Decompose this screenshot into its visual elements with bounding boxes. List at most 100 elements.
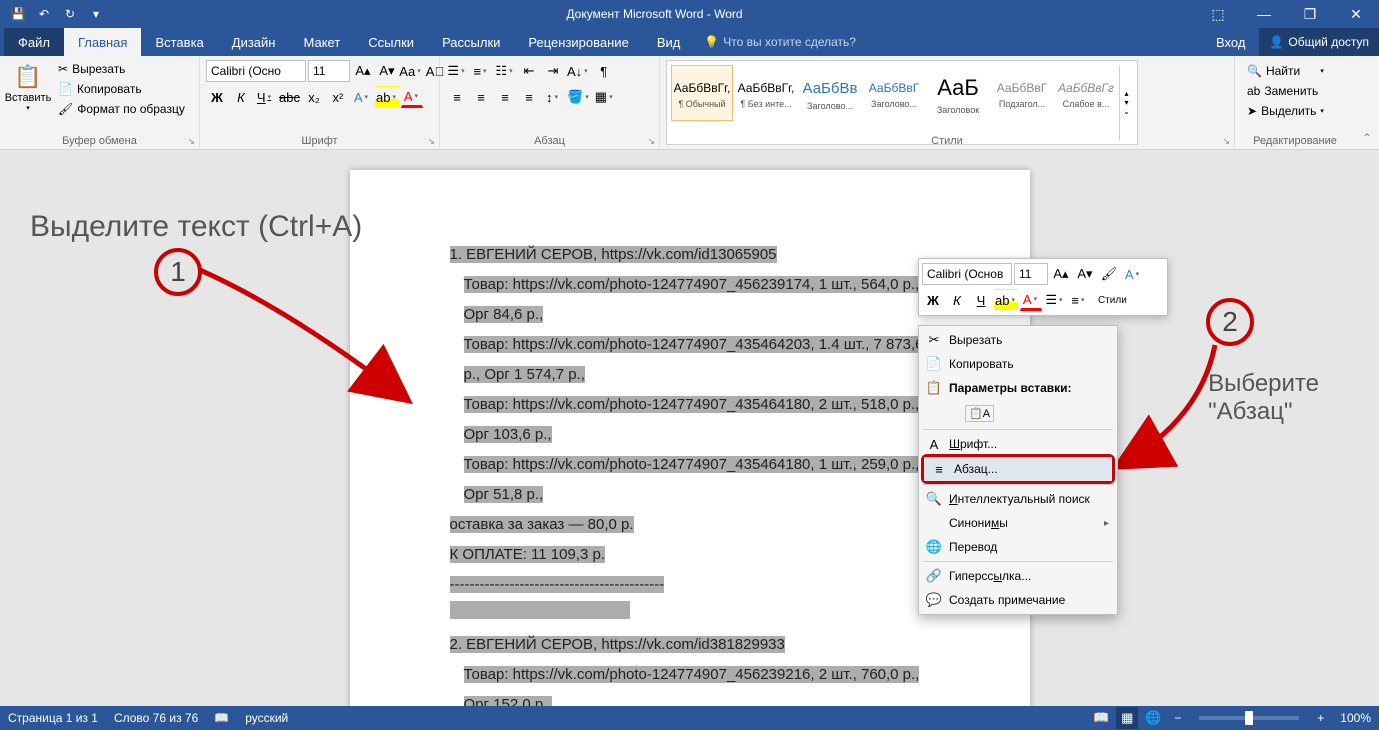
subscript-button[interactable]: x₂ — [303, 86, 325, 108]
close-button[interactable]: ✕ — [1333, 0, 1379, 28]
format-painter-button[interactable]: 🖌Формат по образцу — [54, 100, 189, 118]
doc-line[interactable]: 2. ЕВГЕНИЙ СЕРОВ, https://vk.com/id38182… — [450, 636, 785, 653]
mini-size-select[interactable] — [1014, 263, 1048, 285]
maximize-button[interactable]: ❐ — [1287, 0, 1333, 28]
text-effects-button[interactable]: A — [351, 86, 373, 108]
doc-line[interactable]: Товар: https://vk.com/photo-124774907_43… — [464, 456, 920, 503]
status-page[interactable]: Страница 1 из 1 — [8, 711, 98, 725]
status-proofing-icon[interactable]: 📖 — [214, 711, 229, 725]
tab-view[interactable]: Вид — [643, 28, 695, 56]
mini-numbering[interactable]: ≡ — [1068, 289, 1090, 311]
tab-design[interactable]: Дизайн — [218, 28, 290, 56]
doc-line[interactable]: оставка за заказ — 80,0 р. — [450, 516, 634, 533]
strike-button[interactable]: abc — [278, 86, 301, 108]
ctx-font[interactable]: AШрифт... — [919, 432, 1117, 456]
tab-layout[interactable]: Макет — [289, 28, 354, 56]
zoom-level[interactable]: 100% — [1340, 711, 1371, 725]
tab-references[interactable]: Ссылки — [354, 28, 428, 56]
highlight-button[interactable]: ab — [375, 86, 399, 108]
styles-more[interactable]: ▴▾⌄ — [1119, 65, 1133, 140]
view-print-button[interactable]: ▦ — [1116, 707, 1138, 729]
clipboard-launcher[interactable]: ↘ — [187, 136, 195, 147]
font-launcher[interactable]: ↘ — [427, 136, 435, 147]
grow-font-button[interactable]: A▴ — [352, 60, 374, 82]
tab-insert[interactable]: Вставка — [141, 28, 217, 56]
style-h2[interactable]: АаБбВвГЗаголово... — [863, 65, 925, 121]
style-subtitle[interactable]: АаБбВвГПодзагол... — [991, 65, 1053, 121]
mini-grow-font[interactable]: A▴ — [1050, 263, 1072, 285]
ctx-synonyms[interactable]: Синонимы — [919, 511, 1117, 535]
ctx-smart-lookup[interactable]: 🔍Интеллектуальный поиск — [919, 487, 1117, 511]
tab-review[interactable]: Рецензирование — [514, 28, 642, 56]
ctx-translate[interactable]: 🌐Перевод — [919, 535, 1117, 559]
italic-button[interactable]: К — [230, 86, 252, 108]
superscript-button[interactable]: x² — [327, 86, 349, 108]
show-marks-button[interactable]: ¶ — [593, 60, 615, 82]
mini-styles-button[interactable]: A — [1122, 263, 1144, 285]
style-title[interactable]: АаБЗаголовок — [927, 65, 989, 121]
bold-button[interactable]: Ж — [206, 86, 228, 108]
tab-file[interactable]: Файл — [4, 28, 64, 56]
mini-bold[interactable]: Ж — [922, 289, 944, 311]
qat-customize[interactable]: ▾ — [84, 2, 108, 26]
ctx-copy[interactable]: 📄Копировать — [919, 352, 1117, 376]
zoom-slider[interactable] — [1199, 716, 1299, 720]
signin-button[interactable]: Вход — [1202, 28, 1259, 56]
zoom-thumb[interactable] — [1245, 711, 1253, 725]
tell-me-search[interactable]: 💡 Что вы хотите сделать? — [704, 35, 856, 49]
mini-underline[interactable]: Ч — [970, 289, 992, 311]
share-button[interactable]: 👤 Общий доступ — [1259, 28, 1379, 56]
styles-launcher[interactable]: ↘ — [1222, 136, 1230, 147]
mini-highlight[interactable]: ab — [994, 289, 1018, 311]
paragraph-launcher[interactable]: ↘ — [647, 136, 655, 147]
doc-line[interactable]: К ОПЛАТЕ: 11 109,3 р. — [450, 546, 606, 563]
font-size-select[interactable] — [308, 60, 350, 82]
doc-line[interactable]: Товар: https://vk.com/photo-124774907_45… — [464, 276, 920, 323]
ctx-comment[interactable]: 💬Создать примечание — [919, 588, 1117, 612]
style-weak[interactable]: АаБбВвГгСлабое в... — [1055, 65, 1117, 121]
line-spacing-button[interactable]: ↕ — [542, 86, 564, 108]
tab-mailings[interactable]: Рассылки — [428, 28, 514, 56]
paste-button[interactable]: 📋 Вставить ▾ — [6, 60, 50, 145]
status-language[interactable]: русский — [245, 711, 288, 725]
view-web-button[interactable]: 🌐 — [1142, 707, 1164, 729]
save-button[interactable]: 💾 — [6, 2, 30, 26]
style-nospace[interactable]: АаБбВвГг,¶ Без инте... — [735, 65, 797, 121]
doc-line[interactable]: 1. ЕВГЕНИЙ СЕРОВ, https://vk.com/id13065… — [450, 246, 777, 263]
shrink-font-button[interactable]: A▾ — [376, 60, 398, 82]
multilevel-button[interactable]: ☷ — [494, 60, 516, 82]
mini-format-painter[interactable]: 🖌 — [1098, 263, 1120, 285]
doc-line[interactable] — [450, 601, 630, 619]
ctx-paste-option[interactable]: 📋A — [919, 400, 1117, 427]
zoom-out-button[interactable]: − — [1174, 711, 1181, 725]
bullets-button[interactable]: ☰ — [446, 60, 468, 82]
justify-button[interactable]: ≡ — [518, 86, 540, 108]
outdent-button[interactable]: ⇤ — [518, 60, 540, 82]
align-center-button[interactable]: ≡ — [470, 86, 492, 108]
collapse-ribbon-button[interactable]: ⌃ — [1355, 56, 1379, 149]
mini-color[interactable]: A — [1020, 289, 1042, 311]
cut-button[interactable]: ✂Вырезать — [54, 60, 189, 78]
style-h1[interactable]: АаБбВвЗаголово... — [799, 65, 861, 121]
status-words[interactable]: Слово 76 из 76 — [114, 711, 198, 725]
font-name-select[interactable] — [206, 60, 306, 82]
align-right-button[interactable]: ≡ — [494, 86, 516, 108]
numbering-button[interactable]: ≡ — [470, 60, 492, 82]
mini-font-select[interactable] — [922, 263, 1012, 285]
doc-line[interactable]: Товар: https://vk.com/photo-124774907_43… — [464, 336, 924, 383]
redo-button[interactable]: ↻ — [58, 2, 82, 26]
ctx-hyperlink[interactable]: 🔗Гиперссылка... — [919, 564, 1117, 588]
style-normal[interactable]: АаБбВвГг,¶ Обычный — [671, 65, 733, 121]
doc-line[interactable]: ----------------------------------------… — [450, 576, 665, 593]
underline-button[interactable]: Ч — [254, 86, 276, 108]
borders-button[interactable]: ▦ — [594, 86, 616, 108]
doc-line[interactable]: Товар: https://vk.com/photo-124774907_43… — [464, 396, 920, 443]
replace-button[interactable]: abЗаменить — [1245, 82, 1326, 100]
undo-button[interactable]: ↶ — [32, 2, 56, 26]
shading-button[interactable]: 🪣 — [566, 86, 592, 108]
mini-bullets[interactable]: ☰ — [1044, 289, 1066, 311]
font-color-button[interactable]: A — [401, 86, 423, 108]
mini-shrink-font[interactable]: A▾ — [1074, 263, 1096, 285]
ctx-cut[interactable]: ✂Вырезать — [919, 328, 1117, 352]
align-left-button[interactable]: ≡ — [446, 86, 468, 108]
